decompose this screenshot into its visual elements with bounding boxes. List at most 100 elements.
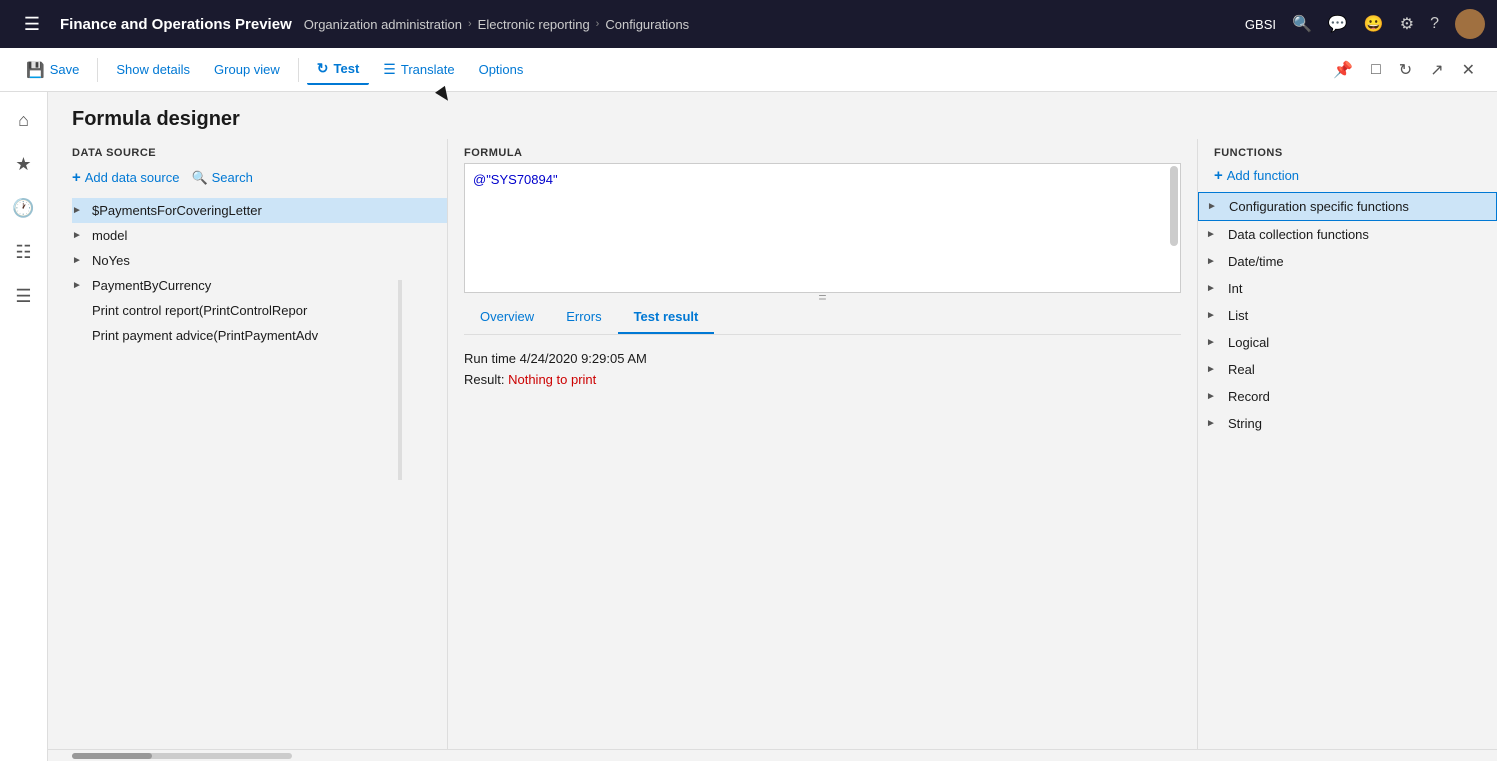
page-header: Formula designer	[48, 92, 1497, 139]
fn-item-list[interactable]: ► List	[1198, 302, 1497, 329]
tab-test-result[interactable]: Test result	[618, 301, 715, 334]
fn-item-real[interactable]: ► Real	[1198, 356, 1497, 383]
popout-icon[interactable]: ↗	[1424, 56, 1449, 84]
search-ds-icon: 🔍	[191, 170, 207, 186]
translate-button[interactable]: ☰ Translate	[373, 55, 464, 84]
fn-label-datacollection: Data collection functions	[1228, 227, 1369, 242]
ds-item-paymentbycurrency[interactable]: ► PaymentByCurrency	[72, 273, 447, 298]
ds-chevron-paymentbycurrency[interactable]: ►	[72, 280, 88, 291]
fn-item-config[interactable]: ► Configuration specific functions	[1198, 192, 1497, 221]
breadcrumb-er[interactable]: Electronic reporting	[478, 17, 590, 32]
sidebar-star-icon[interactable]: ★	[4, 144, 44, 184]
fn-label-string: String	[1228, 416, 1262, 431]
add-function-button[interactable]: + Add function	[1198, 163, 1497, 192]
fn-item-int[interactable]: ► Int	[1198, 275, 1497, 302]
refresh-icon: ↻	[317, 60, 329, 77]
fn-item-string[interactable]: ► String	[1198, 410, 1497, 437]
ds-label-paymentbycurrency: PaymentByCurrency	[92, 278, 211, 293]
search-icon[interactable]: 🔍	[1292, 14, 1312, 34]
ds-item-payments[interactable]: ► $PaymentsForCoveringLetter	[72, 198, 447, 223]
ds-label-noyes: NoYes	[92, 253, 130, 268]
bottom-scrollbar[interactable]	[48, 749, 1497, 761]
fn-label-config: Configuration specific functions	[1229, 199, 1409, 214]
fn-chevron-list[interactable]: ►	[1206, 310, 1222, 321]
datasource-section-title: DATA SOURCE	[72, 139, 447, 165]
fn-item-datetime[interactable]: ► Date/time	[1198, 248, 1497, 275]
test-button[interactable]: ↻ Test	[307, 54, 370, 85]
group-view-button[interactable]: Group view	[204, 56, 290, 83]
formula-scrollbar[interactable]	[1170, 166, 1178, 246]
breadcrumb-config[interactable]: Configurations	[605, 17, 689, 32]
sidebar-grid-icon[interactable]: ☷	[4, 232, 44, 272]
result-line: Result: Nothing to print	[464, 372, 1181, 387]
vertical-splitter[interactable]	[398, 280, 402, 480]
fn-item-record[interactable]: ► Record	[1198, 383, 1497, 410]
fn-chevron-datacollection[interactable]: ►	[1206, 229, 1222, 240]
refresh-toolbar-icon[interactable]: ↻	[1393, 56, 1418, 84]
emoji-icon[interactable]: 😀	[1364, 14, 1384, 34]
fn-chevron-int[interactable]: ►	[1206, 283, 1222, 294]
toolbar: 💾 Save Show details Group view ↻ Test ☰ …	[0, 48, 1497, 92]
fn-label-logical: Logical	[1228, 335, 1269, 350]
result-content: Run time 4/24/2020 9:29:05 AM Result: No…	[448, 335, 1197, 409]
page-title: Formula designer	[72, 108, 1473, 131]
functions-panel: FUNCTIONS + Add function ► Configuration…	[1197, 139, 1497, 749]
scrollbar-thumb[interactable]	[72, 753, 152, 759]
ds-chevron-noyes[interactable]: ►	[72, 255, 88, 266]
user-label: GBSI	[1245, 17, 1276, 32]
formula-box[interactable]: @"SYS70894"	[464, 163, 1181, 293]
ds-chevron-model[interactable]: ►	[72, 230, 88, 241]
fn-chevron-record[interactable]: ►	[1206, 391, 1222, 402]
sidebar-home-icon[interactable]: ⌂	[4, 100, 44, 140]
fn-label-real: Real	[1228, 362, 1255, 377]
add-datasource-button[interactable]: + Add data source	[72, 165, 179, 190]
plus-fn-icon: +	[1214, 167, 1223, 184]
pin-icon[interactable]: 📌	[1327, 56, 1359, 84]
save-button[interactable]: 💾 Save	[16, 55, 89, 85]
fn-chevron-logical[interactable]: ►	[1206, 337, 1222, 348]
ds-item-noyes[interactable]: ► NoYes	[72, 248, 447, 273]
user-avatar[interactable]	[1455, 9, 1485, 39]
ds-item-printpayment[interactable]: ► Print payment advice(PrintPaymentAdv	[72, 323, 447, 348]
functions-header: FUNCTIONS	[1198, 139, 1497, 163]
ds-label-model: model	[92, 228, 127, 243]
sidebar-list-icon[interactable]: ☰	[4, 276, 44, 316]
menu-icon[interactable]: ☰	[12, 4, 52, 44]
options-button[interactable]: Options	[469, 56, 534, 83]
fn-chevron-string[interactable]: ►	[1206, 418, 1222, 429]
fn-chevron-datetime[interactable]: ►	[1206, 256, 1222, 267]
toolbar-right: 📌 □ ↻ ↗ ✕	[1327, 56, 1481, 84]
help-icon[interactable]: ?	[1430, 15, 1439, 33]
result-label: Result:	[464, 372, 504, 387]
fn-item-logical[interactable]: ► Logical	[1198, 329, 1497, 356]
panels: DATA SOURCE + Add data source 🔍 Search ►…	[48, 139, 1497, 749]
ds-item-printcontrol[interactable]: ► Print control report(PrintControlRepor	[72, 298, 447, 323]
toolbar-separator-2	[298, 58, 299, 82]
datasource-tree: ► $PaymentsForCoveringLetter ► model ► N…	[72, 198, 447, 749]
ds-label-printcontrol: Print control report(PrintControlRepor	[92, 303, 307, 318]
datasource-toolbar: + Add data source 🔍 Search	[72, 165, 447, 198]
fn-chevron-config[interactable]: ►	[1207, 201, 1223, 212]
fn-item-datacollection[interactable]: ► Data collection functions	[1198, 221, 1497, 248]
fn-chevron-real[interactable]: ►	[1206, 364, 1222, 375]
formula-panel: FORMULA @"SYS70894" Overview Errors Test	[448, 139, 1197, 749]
content-area: Formula designer DATA SOURCE + Add data …	[48, 92, 1497, 761]
formula-value: @"SYS70894"	[473, 172, 558, 187]
search-datasource-button[interactable]: 🔍 Search	[191, 166, 252, 190]
sidebar-clock-icon[interactable]: 🕐	[4, 188, 44, 228]
breadcrumb-org[interactable]: Organization administration	[304, 17, 462, 32]
horizontal-splitter[interactable]	[448, 293, 1197, 301]
ds-label-payments: $PaymentsForCoveringLetter	[92, 203, 262, 218]
ds-label-printpayment: Print payment advice(PrintPaymentAdv	[92, 328, 318, 343]
close-icon[interactable]: ✕	[1456, 56, 1481, 84]
ds-chevron-payments[interactable]: ►	[72, 205, 88, 216]
expand-icon[interactable]: □	[1365, 57, 1387, 83]
tab-overview[interactable]: Overview	[464, 301, 550, 334]
plus-icon: +	[72, 169, 81, 186]
tab-errors[interactable]: Errors	[550, 301, 617, 334]
show-details-button[interactable]: Show details	[106, 56, 200, 83]
ds-item-model[interactable]: ► model	[72, 223, 447, 248]
settings-icon[interactable]: ⚙	[1400, 14, 1414, 34]
result-nothing: Nothing to print	[508, 372, 596, 387]
chat-icon[interactable]: 💬	[1328, 14, 1348, 34]
